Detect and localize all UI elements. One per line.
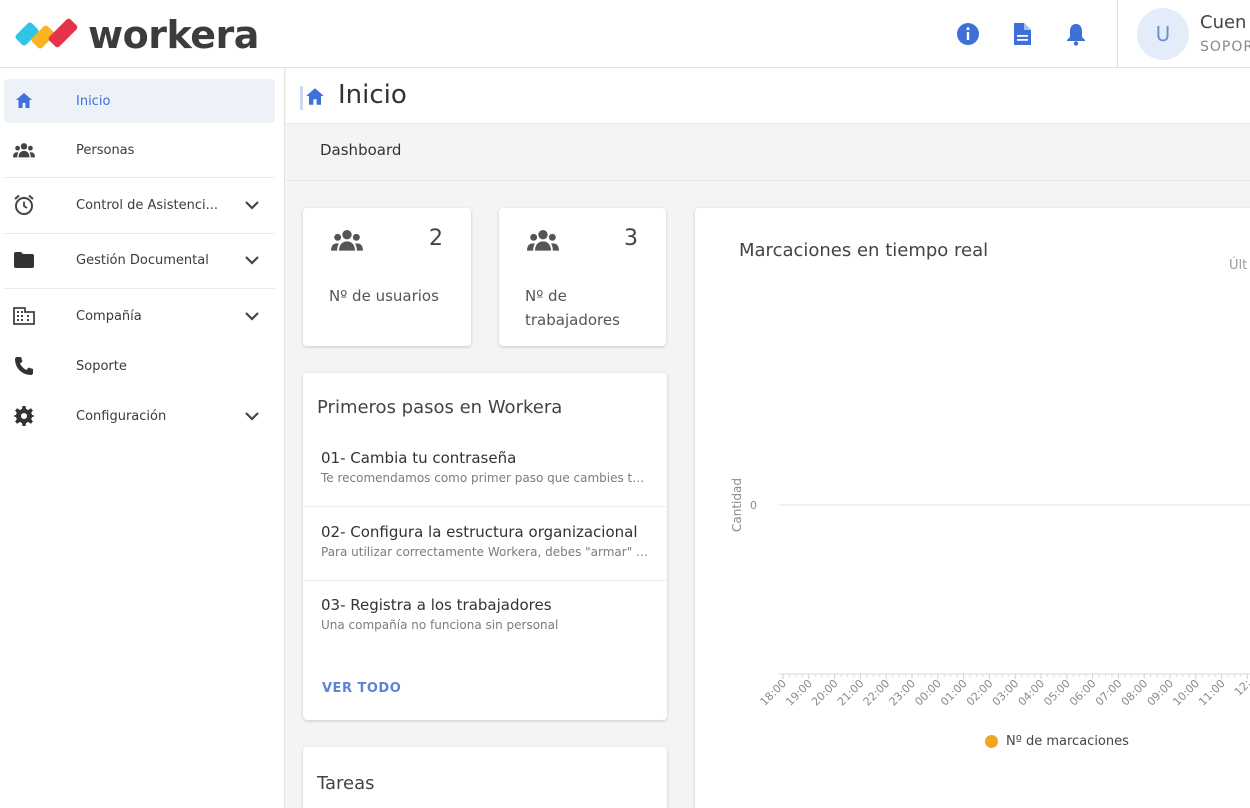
- chart-plot: Cantidad 018:0019:0020:0021:0022:0023:000…: [730, 478, 1250, 708]
- tab-dashboard[interactable]: Dashboard: [320, 141, 401, 159]
- sidebar-item-label: Control de Asistenci...: [76, 197, 219, 213]
- people-icon: [329, 228, 365, 256]
- home-icon: [304, 86, 326, 112]
- step-description: Te recomendamos como primer paso que cam…: [321, 471, 651, 485]
- alarm-clock-icon: [13, 194, 35, 216]
- step-title: 03- Registra a los trabajadores: [321, 596, 552, 614]
- sidebar-divider: [4, 177, 275, 178]
- x-tick-label: 23:00: [887, 677, 919, 708]
- sidebar-divider: [4, 233, 275, 234]
- x-tick-label: 22:00: [861, 677, 893, 708]
- sidebar-item-gestion-documental[interactable]: Gestión Documental: [4, 238, 275, 282]
- step-item[interactable]: 02- Configura la estructura organizacion…: [303, 509, 667, 581]
- x-tick-label: 08:00: [1119, 677, 1151, 708]
- sidebar-divider: [4, 288, 275, 289]
- x-tick-label: 20:00: [809, 677, 841, 708]
- sidebar-item-label: Configuración: [76, 408, 167, 424]
- first-steps-card: Primeros pasos en Workera 01- Cambia tu …: [303, 373, 667, 720]
- x-tick-label: 03:00: [990, 677, 1022, 708]
- see-all-link[interactable]: VER TODO: [322, 681, 401, 696]
- stat-label: Nº de usuarios: [329, 287, 439, 305]
- legend-label: Nº de marcaciones: [1006, 734, 1129, 749]
- title-accent: [300, 86, 303, 110]
- step-title: 01- Cambia tu contraseña: [321, 449, 517, 467]
- x-tick-label: 12:: [1232, 677, 1250, 699]
- x-tick-label: 07:00: [1093, 677, 1125, 708]
- chevron-down-icon[interactable]: [242, 406, 262, 426]
- sidebar-item-label: Compañía: [76, 308, 142, 324]
- people-icon: [525, 228, 561, 256]
- sidebar-item-compania[interactable]: Compañía: [4, 294, 275, 338]
- stat-value: 2: [429, 226, 443, 251]
- sidebar-item-control-asistencia[interactable]: Control de Asistenci...: [4, 183, 275, 227]
- step-item[interactable]: 01- Cambia tu contraseña Te recomendamos…: [303, 435, 667, 507]
- stat-card-trabajadores[interactable]: 3 Nº de trabajadores: [499, 208, 666, 346]
- x-tick-label: 09:00: [1145, 677, 1177, 708]
- account-name[interactable]: Cuen: [1200, 12, 1246, 33]
- stat-label: Nº de trabajadores: [525, 287, 620, 329]
- home-icon: [13, 90, 35, 112]
- y-tick-label: 0: [750, 499, 757, 512]
- first-steps-title: Primeros pasos en Workera: [317, 397, 563, 418]
- sidebar-item-soporte[interactable]: Soporte: [4, 344, 275, 388]
- x-tick-label: 21:00: [835, 677, 867, 708]
- x-tick-label: 00:00: [912, 677, 944, 708]
- tab-bar: Dashboard: [286, 125, 1250, 181]
- x-tick-label: 02:00: [964, 677, 996, 708]
- legend-dot: [985, 735, 998, 748]
- x-tick-label: 01:00: [938, 677, 970, 708]
- stat-card-usuarios[interactable]: 2 Nº de usuarios: [303, 208, 471, 346]
- tasks-title: Tareas: [317, 773, 375, 794]
- logo-mark: [14, 17, 82, 53]
- step-description: Una compañía no funciona sin personal: [321, 618, 559, 632]
- chevron-down-icon[interactable]: [242, 195, 262, 215]
- realtime-chart-card: Marcaciones en tiempo real Últ Cantidad 0…: [695, 208, 1250, 808]
- document-icon[interactable]: [1010, 22, 1034, 46]
- folder-icon: [13, 249, 35, 271]
- sidebar-item-personas[interactable]: Personas: [4, 128, 275, 172]
- x-tick-label: 06:00: [1067, 677, 1099, 708]
- people-icon: [13, 139, 35, 161]
- x-tick-label: 05:00: [1041, 677, 1073, 708]
- sidebar-item-label: Gestión Documental: [76, 252, 209, 268]
- page-title-bar: Inicio: [286, 68, 1250, 124]
- chevron-down-icon[interactable]: [242, 306, 262, 326]
- info-icon[interactable]: [956, 22, 980, 46]
- step-item[interactable]: 03- Registra a los trabajadores Una comp…: [303, 582, 667, 654]
- x-tick-label: 19:00: [783, 677, 815, 708]
- avatar[interactable]: U: [1137, 8, 1189, 60]
- stat-value: 3: [624, 226, 638, 251]
- x-tick-label: 18:00: [758, 677, 790, 708]
- phone-icon: [13, 355, 35, 377]
- page-title: Inicio: [338, 80, 407, 110]
- header-divider: [1117, 0, 1118, 68]
- bell-icon[interactable]: [1064, 22, 1088, 46]
- x-tick-label: 04:00: [1016, 677, 1048, 708]
- x-tick-label: 11:00: [1196, 677, 1228, 708]
- chart-legend[interactable]: Nº de marcaciones: [985, 734, 1129, 749]
- y-axis-label: Cantidad: [730, 478, 744, 532]
- chevron-down-icon[interactable]: [242, 250, 262, 270]
- sidebar-item-inicio[interactable]: Inicio: [4, 79, 275, 123]
- top-header: workera U Cuen SOPOR: [0, 0, 1250, 68]
- gear-icon: [13, 405, 35, 427]
- building-icon: [13, 305, 35, 327]
- account-subtitle: SOPOR: [1200, 39, 1250, 55]
- step-description: Para utilizar correctamente Workera, deb…: [321, 545, 651, 559]
- sidebar-item-label: Soporte: [76, 358, 127, 374]
- step-title: 02- Configura la estructura organizacion…: [321, 523, 638, 541]
- sidebar-item-configuracion[interactable]: Configuración: [4, 394, 275, 438]
- tasks-card: Tareas: [303, 747, 667, 808]
- x-tick-label: 10:00: [1170, 677, 1202, 708]
- brand-name: workera: [88, 13, 259, 57]
- sidebar-item-label: Personas: [76, 142, 135, 158]
- brand-logo[interactable]: workera: [14, 16, 259, 54]
- sidebar-item-label: Inicio: [76, 93, 111, 109]
- sidebar: Inicio Personas Control de Asistenci... …: [0, 68, 285, 808]
